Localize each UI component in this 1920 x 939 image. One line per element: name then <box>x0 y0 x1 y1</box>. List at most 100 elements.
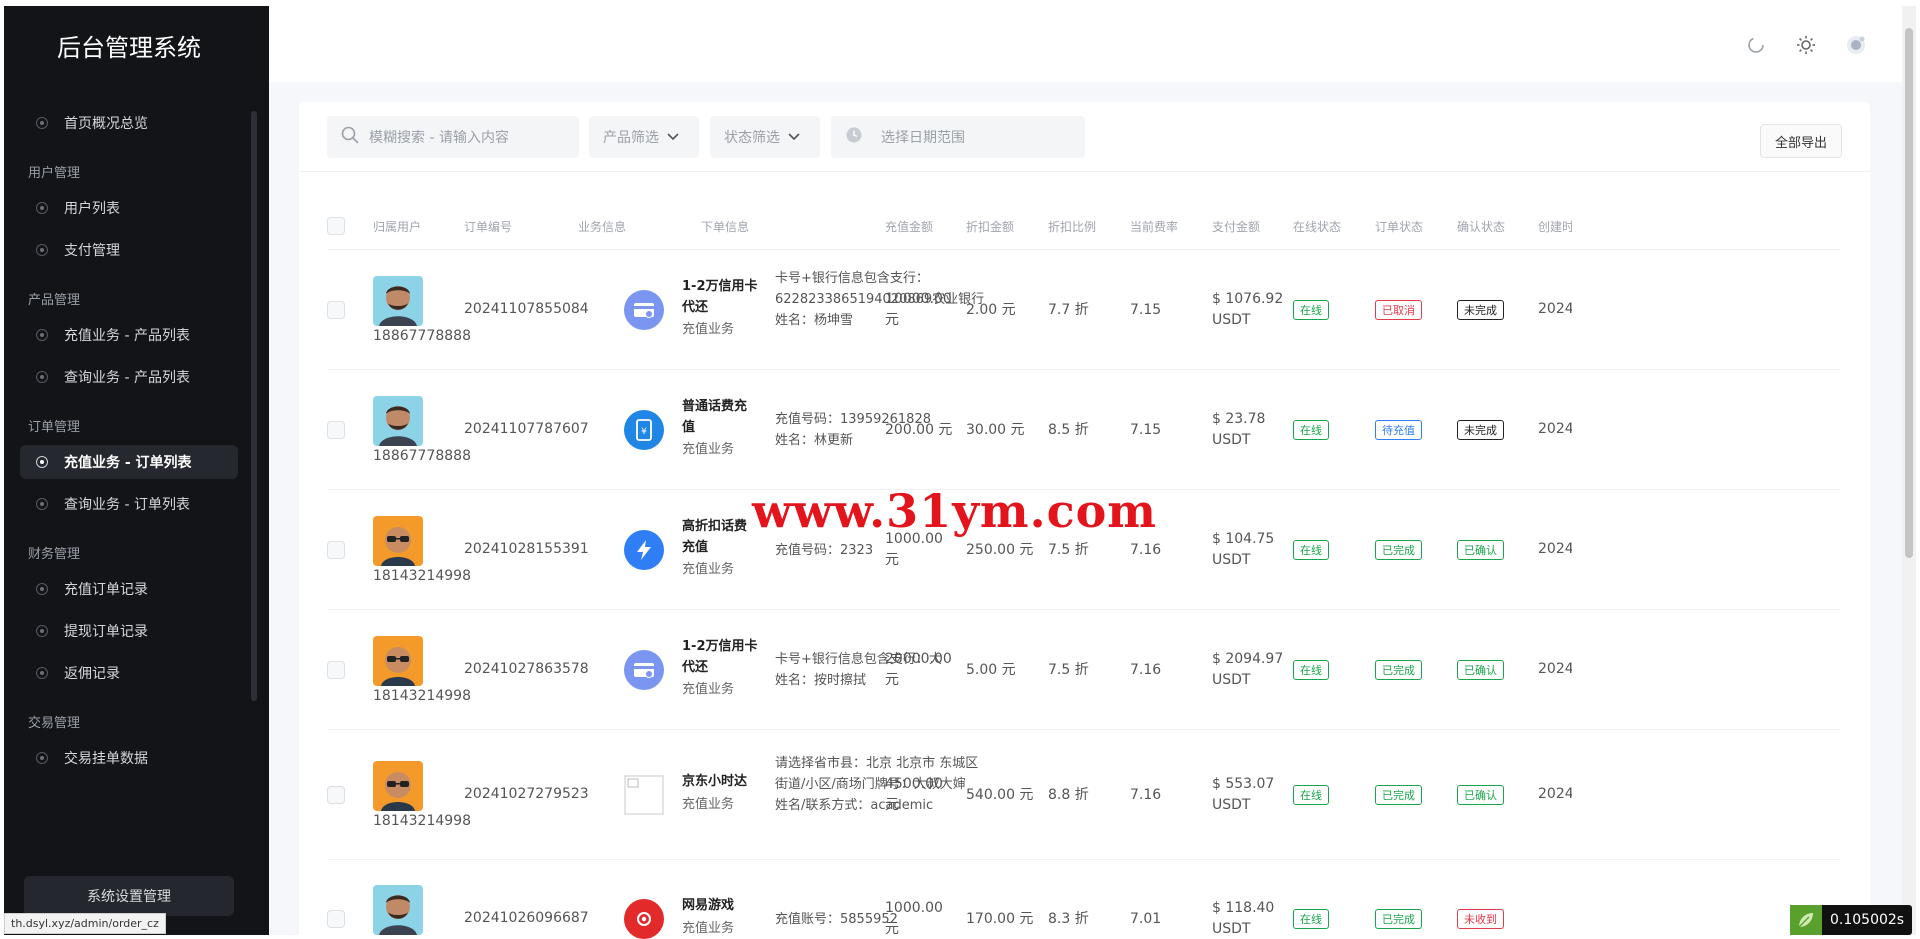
column-header[interactable]: 订单状态 <box>1375 218 1423 235</box>
order-number[interactable]: 20241028155391 <box>464 541 589 557</box>
sidebar-item[interactable]: 提现订单记录 <box>20 614 238 648</box>
row-checkbox[interactable] <box>327 786 345 804</box>
column-header[interactable]: 折扣金额 <box>966 218 1014 235</box>
product-filter-select[interactable]: 产品筛选 <box>589 116 699 158</box>
watermark-text: www.31ym.com <box>752 484 1157 538</box>
user-phone: 18143214998 <box>373 568 471 584</box>
product-type: 充值业务 <box>682 797 735 812</box>
export-all-button[interactable]: 全部导出 <box>1759 124 1842 158</box>
filter-bar: 模糊搜索 - 请输入内容 产品筛选 状态筛选 选择日期范围 全部导出 <box>299 102 1870 172</box>
row-checkbox[interactable] <box>327 910 345 928</box>
column-header[interactable]: 在线状态 <box>1293 218 1341 235</box>
debug-timer: 0.105002s <box>1790 905 1913 935</box>
current-rate: 7.16 <box>1130 542 1162 558</box>
created-time: 2024- <box>1538 786 1572 802</box>
sidebar-item[interactable]: 充值订单记录 <box>20 572 238 606</box>
product-type: 充值业务 <box>682 562 735 577</box>
sidebar-item-label: 返佣记录 <box>64 666 120 682</box>
column-header[interactable]: 支付金额 <box>1212 218 1260 235</box>
svg-text:¥: ¥ <box>641 427 647 437</box>
order-number[interactable]: 20241107855084 <box>464 301 589 317</box>
table-row[interactable]: 18867778888 20241107855084 1-2万信用卡代还 充值业务 卡号… <box>327 250 1840 370</box>
user-avatar <box>373 276 423 326</box>
column-header[interactable]: 当前费率 <box>1130 218 1178 235</box>
column-header[interactable]: 折扣比例 <box>1048 218 1096 235</box>
order-number[interactable]: 20241107787607 <box>464 421 589 437</box>
order-number[interactable]: 20241026096687 <box>464 910 589 926</box>
date-range-placeholder: 选择日期范围 <box>881 130 965 146</box>
phone-product-icon: ¥ <box>624 410 664 450</box>
user-avatar <box>373 761 423 811</box>
column-header[interactable]: 业务信息 <box>578 218 626 235</box>
recharge-amount: 10000.00 元 <box>885 291 952 328</box>
online-status-badge: 在线 <box>1293 300 1329 320</box>
circle-dot-icon <box>36 329 48 341</box>
sidebar-item[interactable]: 查询业务 - 产品列表 <box>20 360 238 394</box>
table-row[interactable]: 18867778888 20241107787607 ¥ 普通话费充值 充值业务 充值号码… <box>327 370 1840 490</box>
row-checkbox[interactable] <box>327 421 345 439</box>
user-avatar <box>373 396 423 446</box>
sidebar-item[interactable]: 充值业务 - 产品列表 <box>20 318 238 352</box>
system-settings-button[interactable]: 系统设置管理 <box>24 876 234 916</box>
user-avatar-icon[interactable] <box>1845 34 1867 56</box>
product-type: 充值业务 <box>682 921 735 936</box>
date-range-picker[interactable]: 选择日期范围 <box>831 116 1085 158</box>
sidebar-item-label: 提现订单记录 <box>64 624 148 640</box>
sidebar-item[interactable]: 返佣记录 <box>20 656 238 690</box>
sun-icon[interactable] <box>1795 34 1817 56</box>
order-number[interactable]: 20241027279523 <box>464 786 589 802</box>
product-name[interactable]: 普通话费充值 <box>682 396 758 438</box>
payment-amount: $ 1076.92 USDT <box>1212 291 1284 328</box>
page-scrollbar[interactable] <box>1902 6 1916 935</box>
column-header[interactable]: 下单信息 <box>701 218 749 235</box>
column-header[interactable]: 充值金额 <box>885 218 933 235</box>
status-filter-select[interactable]: 状态筛选 <box>710 116 820 158</box>
product-name[interactable]: 高折扣话费充值 <box>682 516 758 558</box>
menu-group-label: 交易管理 <box>28 716 81 731</box>
column-header[interactable]: 归属用户 <box>373 218 421 235</box>
sidebar-item[interactable]: 交易挂单数据 <box>20 741 238 775</box>
select-all-checkbox[interactable] <box>327 217 345 235</box>
order-number[interactable]: 20241027863578 <box>464 661 589 677</box>
table-row[interactable]: 18143214998 20241027279523 京东小时达充值业务 请选择省市县… <box>327 730 1840 860</box>
row-checkbox[interactable] <box>327 541 345 559</box>
order-info-line: 请选择省市县：北京 北京市 东城区 <box>775 756 979 771</box>
row-checkbox[interactable] <box>327 661 345 679</box>
table-row[interactable]: 18143214998 20241027863578 1-2万信用卡代还 充值业务 卡号… <box>327 610 1840 730</box>
sidebar-item[interactable]: 充值业务 - 订单列表 <box>20 445 238 479</box>
timer-value: 0.105002s <box>1830 912 1905 928</box>
sidebar-item[interactable]: 查询业务 - 订单列表 <box>20 487 238 521</box>
sidebar-item[interactable]: 支付管理 <box>20 233 238 267</box>
table-row[interactable]: 20241026096687 网易游戏 充值业务 充值账号：5855952 1000.0… <box>327 860 1840 939</box>
column-header[interactable]: 创建时间 <box>1538 218 1572 235</box>
discount-amount: 540.00 元 <box>966 787 1034 803</box>
confirm-status-badge: 未完成 <box>1457 420 1504 440</box>
discount-amount: 170.00 元 <box>966 911 1034 927</box>
chevron-down-icon <box>667 130 679 144</box>
order-status-badge: 待充值 <box>1375 420 1422 440</box>
confirm-status-badge: 已确认 <box>1457 785 1504 805</box>
product-name[interactable]: 京东小时达 <box>682 771 758 792</box>
menu-group-label: 财务管理 <box>28 547 81 562</box>
sidebar-item[interactable]: 用户列表 <box>20 191 238 225</box>
confirm-status-badge: 未完成 <box>1457 300 1504 320</box>
search-input[interactable]: 模糊搜索 - 请输入内容 <box>327 116 579 158</box>
user-phone: 18143214998 <box>373 813 471 829</box>
row-checkbox[interactable] <box>327 301 345 319</box>
payment-amount: $ 104.75 USDT <box>1212 531 1275 568</box>
payment-amount: $ 118.40 USDT <box>1212 900 1275 937</box>
page-scrollbar-thumb[interactable] <box>1905 28 1913 558</box>
loading-icon[interactable] <box>1745 34 1767 56</box>
column-header[interactable]: 订单编号 <box>464 218 512 235</box>
sidebar-item-label: 支付管理 <box>64 243 120 259</box>
sidebar-item[interactable]: 首页概况总览 <box>20 106 238 140</box>
sidebar-item-label: 交易挂单数据 <box>64 751 148 767</box>
column-header[interactable]: 确认状态 <box>1457 218 1505 235</box>
main-content: 模糊搜索 - 请输入内容 产品筛选 状态筛选 选择日期范围 全部导出 归属用户 … <box>269 6 1902 939</box>
product-name[interactable]: 网易游戏 <box>682 895 758 916</box>
product-type: 充值业务 <box>682 442 735 457</box>
product-name[interactable]: 1-2万信用卡代还 <box>682 276 758 318</box>
status-filter-label: 状态筛选 <box>724 130 780 146</box>
product-name[interactable]: 1-2万信用卡代还 <box>682 636 758 678</box>
sidebar-scrollbar[interactable] <box>251 111 257 701</box>
